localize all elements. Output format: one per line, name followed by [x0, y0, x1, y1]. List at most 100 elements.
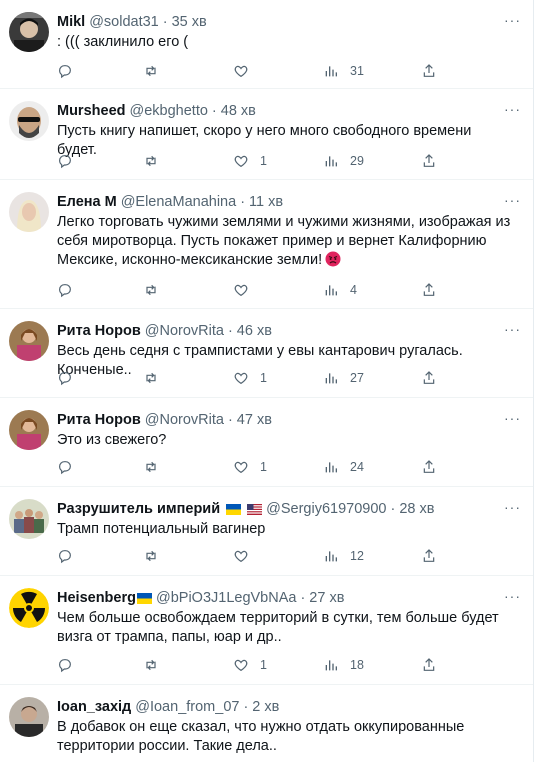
- tweet[interactable]: Heisenberg @bPiO3J1LegVbNAa · 27 хв ··· …: [0, 576, 533, 685]
- handle[interactable]: @soldat31: [89, 14, 159, 30]
- reply-button[interactable]: [57, 656, 73, 674]
- tweet[interactable]: Рита Норов @NorovRita · 47 хв ··· Это из…: [0, 398, 533, 487]
- views-button[interactable]: 18: [323, 656, 364, 674]
- handle[interactable]: @ekbghetto: [130, 103, 208, 119]
- share-button[interactable]: [421, 458, 437, 476]
- views-button[interactable]: 4: [323, 281, 357, 299]
- tweet-header: Mikl @soldat31 · 35 хв: [57, 12, 525, 32]
- timestamp[interactable]: 46 хв: [237, 323, 272, 339]
- usa-flag-icon: [247, 503, 263, 515]
- tweet-header: Елена М @ElenaManahina · 11 хв: [57, 192, 525, 212]
- share-button[interactable]: [421, 656, 437, 674]
- handle[interactable]: @ElenaManahina: [121, 194, 237, 210]
- share-button[interactable]: [421, 369, 437, 387]
- tweet[interactable]: Mursheed @ekbghetto · 48 хв ··· Пусть кн…: [0, 89, 533, 180]
- timestamp[interactable]: 2 хв: [252, 699, 279, 715]
- timestamp[interactable]: 28 хв: [399, 501, 434, 517]
- retweet-button[interactable]: [143, 62, 159, 80]
- retweet-button[interactable]: [143, 656, 159, 674]
- display-name[interactable]: Ioan_захід: [57, 699, 131, 715]
- display-name[interactable]: Елена М: [57, 194, 117, 210]
- retweet-button[interactable]: [143, 458, 159, 476]
- views-button[interactable]: 12: [323, 547, 364, 565]
- reply-button[interactable]: [57, 281, 73, 299]
- like-button[interactable]: 1: [233, 458, 267, 476]
- avatar[interactable]: [9, 697, 49, 737]
- more-options-icon[interactable]: ···: [504, 101, 521, 117]
- more-options-icon[interactable]: ···: [504, 588, 521, 604]
- share-icon: [423, 460, 435, 473]
- display-name[interactable]: Mursheed: [57, 103, 126, 119]
- share-button[interactable]: [421, 62, 437, 80]
- avatar[interactable]: [9, 12, 49, 52]
- share-button[interactable]: [421, 152, 437, 170]
- views-button[interactable]: 31: [323, 62, 364, 80]
- avatar[interactable]: [9, 588, 49, 628]
- share-icon: [423, 64, 435, 77]
- timestamp[interactable]: 35 хв: [172, 14, 207, 30]
- share-button[interactable]: [421, 547, 437, 565]
- like-button[interactable]: 1: [233, 152, 267, 170]
- avatar[interactable]: [9, 410, 49, 450]
- tweet-text-block: Легко торговать чужими землями и чужими …: [57, 213, 515, 270]
- display-name[interactable]: Heisenberg: [57, 590, 136, 606]
- reply-button[interactable]: [57, 62, 73, 80]
- reply-button[interactable]: [57, 547, 73, 565]
- tweet[interactable]: Ioan_захід @Ioan_from_07 · 2 хв В добаво…: [0, 685, 533, 762]
- views-button[interactable]: 24: [323, 458, 364, 476]
- display-name[interactable]: Разрушитель империй: [57, 501, 220, 517]
- avatar[interactable]: [9, 321, 49, 361]
- views-button[interactable]: 27: [323, 369, 364, 387]
- display-name[interactable]: Рита Норов: [57, 412, 141, 428]
- views-button[interactable]: 29: [323, 152, 364, 170]
- handle[interactable]: @Sergiy61970900: [266, 501, 386, 517]
- more-options-icon[interactable]: ···: [504, 12, 521, 28]
- more-options-icon[interactable]: ···: [504, 410, 521, 426]
- retweet-icon: [146, 550, 156, 562]
- tweet[interactable]: Разрушитель империй @Sergiy61970900 · 28…: [0, 487, 533, 576]
- timestamp[interactable]: 47 хв: [237, 412, 272, 428]
- retweet-button[interactable]: [143, 547, 159, 565]
- timestamp[interactable]: 11 хв: [249, 194, 283, 210]
- reply-button[interactable]: [57, 369, 73, 387]
- separator: ·: [300, 590, 306, 606]
- avatar[interactable]: [9, 499, 49, 539]
- tweet[interactable]: Рита Норов @NorovRita · 46 хв ··· Весь д…: [0, 309, 533, 398]
- like-button[interactable]: [233, 62, 260, 80]
- avatar[interactable]: [9, 192, 49, 232]
- more-options-icon[interactable]: ···: [504, 499, 521, 515]
- display-name[interactable]: Рита Норов: [57, 323, 141, 339]
- handle[interactable]: @NorovRita: [145, 412, 224, 428]
- more-options-icon[interactable]: ···: [504, 192, 521, 208]
- like-button[interactable]: 1: [233, 656, 267, 674]
- share-button[interactable]: [421, 281, 437, 299]
- tweet[interactable]: Елена М @ElenaManahina · 11 хв ··· Легко…: [0, 180, 533, 309]
- tweet-text: Чем больше освобождаем территорий в сутк…: [57, 610, 499, 645]
- heart-icon: [234, 284, 248, 297]
- avatar[interactable]: [9, 101, 49, 141]
- timestamp[interactable]: 48 хв: [221, 103, 256, 119]
- retweet-button[interactable]: [143, 152, 159, 170]
- reply-icon: [59, 550, 71, 564]
- timestamp[interactable]: 27 хв: [309, 590, 344, 606]
- like-button[interactable]: [233, 281, 260, 299]
- tweet-text: Трамп потенциальный вагинер: [57, 521, 266, 537]
- tweet-text: Легко торговать чужими землями и чужими …: [57, 214, 511, 268]
- tweet[interactable]: Mikl @soldat31 · 35 хв ··· : ((( заклини…: [0, 0, 533, 89]
- more-options-icon[interactable]: ···: [504, 321, 521, 337]
- tweet-header: Рита Норов @NorovRita · 46 хв: [57, 321, 525, 341]
- reply-button[interactable]: [57, 458, 73, 476]
- display-name[interactable]: Mikl: [57, 14, 85, 30]
- reply-icon: [59, 372, 71, 386]
- handle[interactable]: @bPiO3J1LegVbNAa: [156, 590, 296, 606]
- retweet-button[interactable]: [143, 369, 159, 387]
- like-button[interactable]: [233, 547, 260, 565]
- like-count: 1: [260, 154, 267, 168]
- retweet-button[interactable]: [143, 281, 159, 299]
- handle[interactable]: @Ioan_from_07: [135, 699, 239, 715]
- reply-button[interactable]: [57, 152, 73, 170]
- share-icon: [423, 154, 435, 167]
- handle[interactable]: @NorovRita: [145, 323, 224, 339]
- tweet-text: Весь день седня с трампистами у евы кант…: [57, 343, 463, 378]
- like-button[interactable]: 1: [233, 369, 267, 387]
